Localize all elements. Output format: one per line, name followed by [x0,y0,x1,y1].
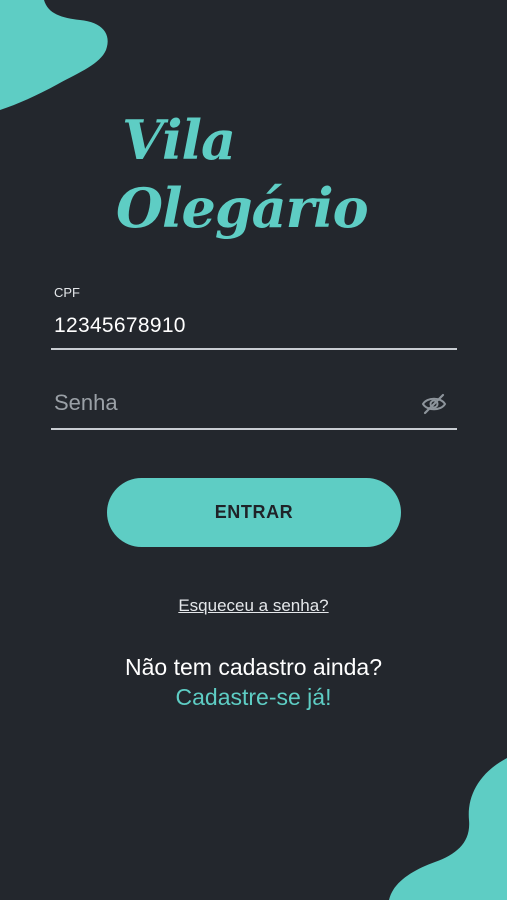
login-button[interactable]: ENTRAR [107,478,401,547]
cpf-input[interactable] [54,314,414,338]
login-screen: Vila Olegário CPF ENTRAR Esqueceu a senh… [0,0,507,900]
signup-link[interactable]: Cadastre-se já! [176,684,332,710]
decorative-blob-bottom [389,758,507,900]
forgot-password-row: Esqueceu a senha? [0,596,507,616]
signup-link-row: Cadastre-se já! [0,684,507,711]
cpf-label: CPF [54,285,80,300]
forgot-password-link[interactable]: Esqueceu a senha? [178,596,328,615]
password-input[interactable] [54,390,404,416]
logo-line-olegario: Olegário [116,176,369,240]
eye-off-icon[interactable] [421,393,447,415]
password-field[interactable] [51,380,457,430]
app-logo: Vila Olegário [112,108,402,258]
logo-line-vila: Vila [122,108,236,172]
decorative-blob-top [0,0,108,110]
signup-prompt: Não tem cadastro ainda? [125,654,382,680]
cpf-field[interactable]: CPF [51,282,457,350]
